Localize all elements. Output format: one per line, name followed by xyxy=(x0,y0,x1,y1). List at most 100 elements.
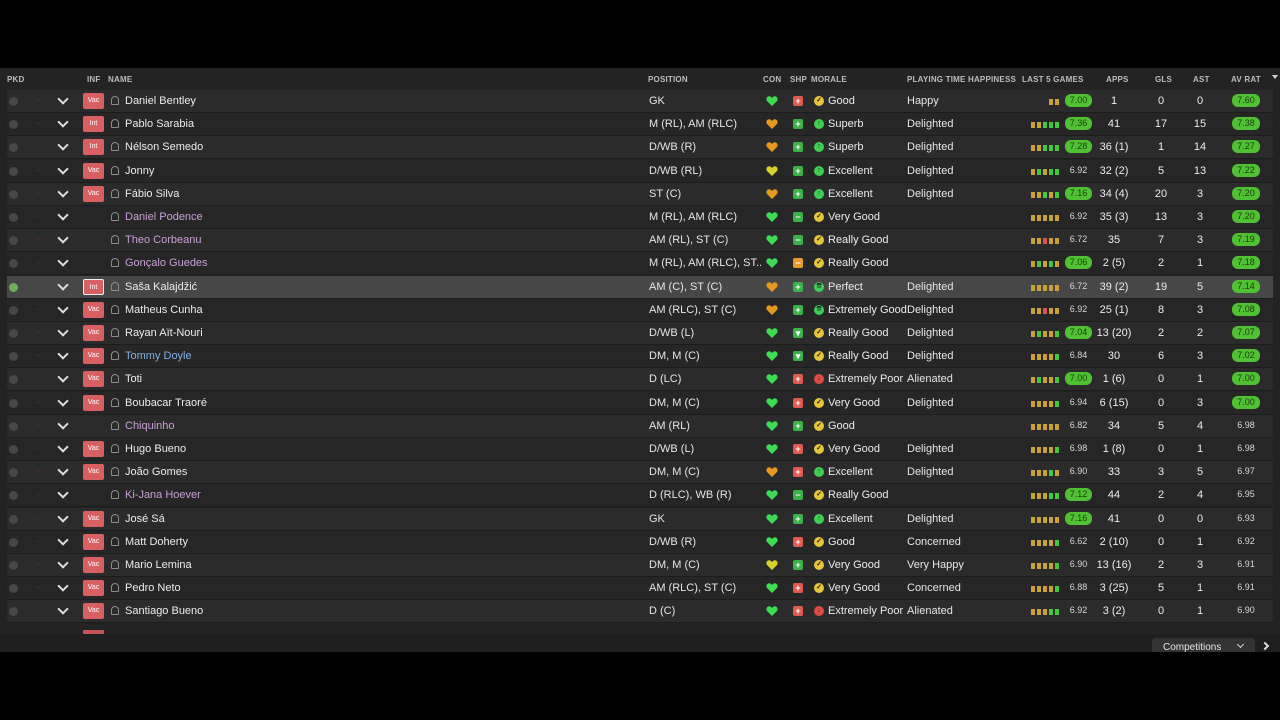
pick-toggle[interactable] xyxy=(9,514,18,524)
player-name[interactable]: Fábio Silva xyxy=(125,188,179,200)
inf-badge[interactable]: Vac xyxy=(83,580,104,597)
player-name[interactable]: Daniel Podence xyxy=(125,211,203,223)
inf-badge[interactable]: Vac xyxy=(83,162,104,179)
header-gls[interactable]: GLS xyxy=(1155,75,1172,84)
header-avrat[interactable]: AV RAT xyxy=(1231,75,1261,84)
inf-badge[interactable]: Vac xyxy=(83,557,104,573)
pick-toggle[interactable] xyxy=(9,584,18,594)
expand-chevron-icon[interactable] xyxy=(57,209,69,221)
table-row[interactable]: - Ki-Jana Hoever D (RLC), WB (R) − ✓ Really G… xyxy=(7,484,1273,508)
expand-chevron-icon[interactable] xyxy=(57,255,69,268)
header-ast[interactable]: AST xyxy=(1193,75,1210,84)
expand-chevron-icon[interactable] xyxy=(57,93,69,105)
player-name[interactable]: Gonçalo Guedes xyxy=(125,257,208,269)
table-row[interactable]: - Int Nélson Semedo D/WB (R) + ↑ Superb Delight… xyxy=(7,136,1273,160)
pick-toggle[interactable] xyxy=(9,329,18,338)
expand-chevron-icon[interactable] xyxy=(57,580,69,592)
expand-chevron-icon[interactable] xyxy=(57,162,69,175)
player-name[interactable]: Rayan Aït-Nouri xyxy=(125,327,203,339)
player-name[interactable]: Jonny xyxy=(125,165,154,177)
pick-toggle[interactable] xyxy=(9,120,18,130)
pick-toggle[interactable] xyxy=(9,421,18,431)
table-row[interactable]: - Vac Matheus Cunha AM (RLC), ST (C) + ⇈ Extre… xyxy=(7,298,1273,322)
player-name[interactable]: Hugo Bueno xyxy=(125,443,186,455)
header-shp[interactable]: SHP xyxy=(790,75,807,84)
pick-toggle[interactable] xyxy=(9,259,18,269)
pick-toggle[interactable] xyxy=(9,97,18,106)
player-name[interactable]: Nélson Semedo xyxy=(125,141,203,153)
table-row[interactable]: - Vac Hugo Bueno D/WB (L) + ✓ Very Good Delight… xyxy=(7,438,1273,461)
inf-badge[interactable]: Vac xyxy=(83,510,104,527)
expand-chevron-icon[interactable] xyxy=(57,510,69,523)
pick-toggle[interactable] xyxy=(9,189,18,199)
header-morale[interactable]: MORALE xyxy=(811,75,847,84)
table-row[interactable]: - Theo Corbeanu AM (RL), ST (C) − ✓ Really Go… xyxy=(7,229,1273,253)
pick-toggle[interactable] xyxy=(9,561,18,570)
expand-chevron-icon[interactable] xyxy=(57,394,69,407)
pick-toggle[interactable] xyxy=(9,282,18,292)
header-con[interactable]: CON xyxy=(763,75,781,84)
inf-badge[interactable]: Int xyxy=(83,116,104,133)
pick-toggle[interactable] xyxy=(9,398,18,408)
expand-chevron-icon[interactable] xyxy=(57,534,69,546)
player-name[interactable]: Pablo Sarabia xyxy=(125,118,194,130)
pick-toggle[interactable] xyxy=(9,375,18,385)
header-position[interactable]: POSITION xyxy=(648,75,688,84)
inf-badge[interactable]: Vac xyxy=(83,441,104,457)
inf-badge[interactable]: Int xyxy=(83,278,104,295)
inf-badge[interactable]: Vac xyxy=(83,93,104,109)
header-pkd[interactable]: PKD xyxy=(7,75,25,84)
inf-badge[interactable]: Int xyxy=(83,139,104,156)
pick-toggle[interactable] xyxy=(9,236,18,246)
inf-badge[interactable]: Vac xyxy=(83,185,104,202)
expand-chevron-icon[interactable] xyxy=(57,186,69,198)
expand-chevron-icon[interactable] xyxy=(57,557,69,569)
player-name[interactable]: Saša Kalajdžić xyxy=(125,281,197,293)
expand-chevron-icon[interactable] xyxy=(57,441,69,453)
expand-chevron-icon[interactable] xyxy=(57,464,69,476)
pick-toggle[interactable] xyxy=(9,213,18,222)
player-name[interactable]: Toti xyxy=(125,373,142,385)
table-row[interactable]: - Vac Daniel Bentley GK + ✓ Good Happy 7.00 1 0 0 7.… xyxy=(7,90,1273,113)
pick-toggle[interactable] xyxy=(9,352,18,362)
player-name[interactable]: Santiago Bueno xyxy=(125,605,203,617)
inf-badge[interactable]: Vac xyxy=(83,533,104,550)
player-name[interactable]: Mario Lemina xyxy=(125,559,192,571)
player-name[interactable]: Daniel Bentley xyxy=(125,95,196,107)
table-row[interactable]: - Vac João Gomes DM, M (C) + ↑ Excellent Deligh… xyxy=(7,461,1273,485)
expand-chevron-icon[interactable] xyxy=(57,302,69,314)
inf-badge[interactable]: Vac xyxy=(83,603,104,620)
player-name[interactable]: João Gomes xyxy=(125,466,187,478)
pick-toggle[interactable] xyxy=(9,607,18,617)
table-row[interactable]: - Vac Jonny D/WB (RL) + ↑ Excellent Delighted 6.… xyxy=(7,159,1273,183)
header-name[interactable]: NAME xyxy=(108,75,132,84)
header-playing-time[interactable]: PLAYING TIME HAPPINESS xyxy=(907,75,1016,84)
player-name[interactable]: Matheus Cunha xyxy=(125,304,203,316)
expand-chevron-icon[interactable] xyxy=(57,348,69,360)
expand-chevron-icon[interactable] xyxy=(57,371,69,384)
table-row[interactable]: - Int Saša Kalajdžić AM (C), ST (C) + ⇈ Perfec… xyxy=(7,275,1273,299)
player-name[interactable]: Pedro Neto xyxy=(125,582,181,594)
pick-toggle[interactable] xyxy=(9,468,18,478)
table-row[interactable]: - Gonçalo Guedes M (RL), AM (RLC), ST... − ✓… xyxy=(7,252,1273,276)
pick-toggle[interactable] xyxy=(9,305,18,315)
player-name[interactable]: Tommy Doyle xyxy=(125,350,192,362)
player-name[interactable]: José Sá xyxy=(125,513,165,525)
table-row[interactable]: - Vac Boubacar Traoré DM, M (C) + ✓ Very Good D… xyxy=(7,391,1273,415)
table-row[interactable]: - Vac Toti D (LC) + ↓ Extremely Poor Alienated 7… xyxy=(7,368,1273,392)
expand-chevron-icon[interactable] xyxy=(57,232,69,244)
table-row[interactable]: - Vac Matt Doherty D/WB (R) + ✓ Good Concerned 6… xyxy=(7,530,1273,554)
player-name[interactable]: Chiquinho xyxy=(125,420,175,432)
pick-toggle[interactable] xyxy=(9,491,18,501)
table-row[interactable]: - Vac Mario Lemina DM, M (C) + ✓ Very Good Very… xyxy=(7,554,1273,577)
expand-chevron-icon[interactable] xyxy=(57,487,69,500)
expand-chevron-icon[interactable] xyxy=(57,603,69,616)
table-row[interactable]: - Vac Tommy Doyle DM, M (C) ▾ ✓ Really Good Del… xyxy=(7,345,1273,369)
inf-badge[interactable]: Vac xyxy=(83,301,104,318)
table-row[interactable]: - Vac José Sá GK + ↑ Excellent Delighted 7.16 41 0… xyxy=(7,507,1273,531)
expand-chevron-icon[interactable] xyxy=(57,325,69,337)
header-last5[interactable]: LAST 5 GAMES xyxy=(1022,75,1084,84)
competitions-dropdown[interactable]: Competitions xyxy=(1152,638,1255,652)
expand-chevron-icon[interactable] xyxy=(57,116,69,128)
inf-badge[interactable]: Vac xyxy=(83,325,104,341)
